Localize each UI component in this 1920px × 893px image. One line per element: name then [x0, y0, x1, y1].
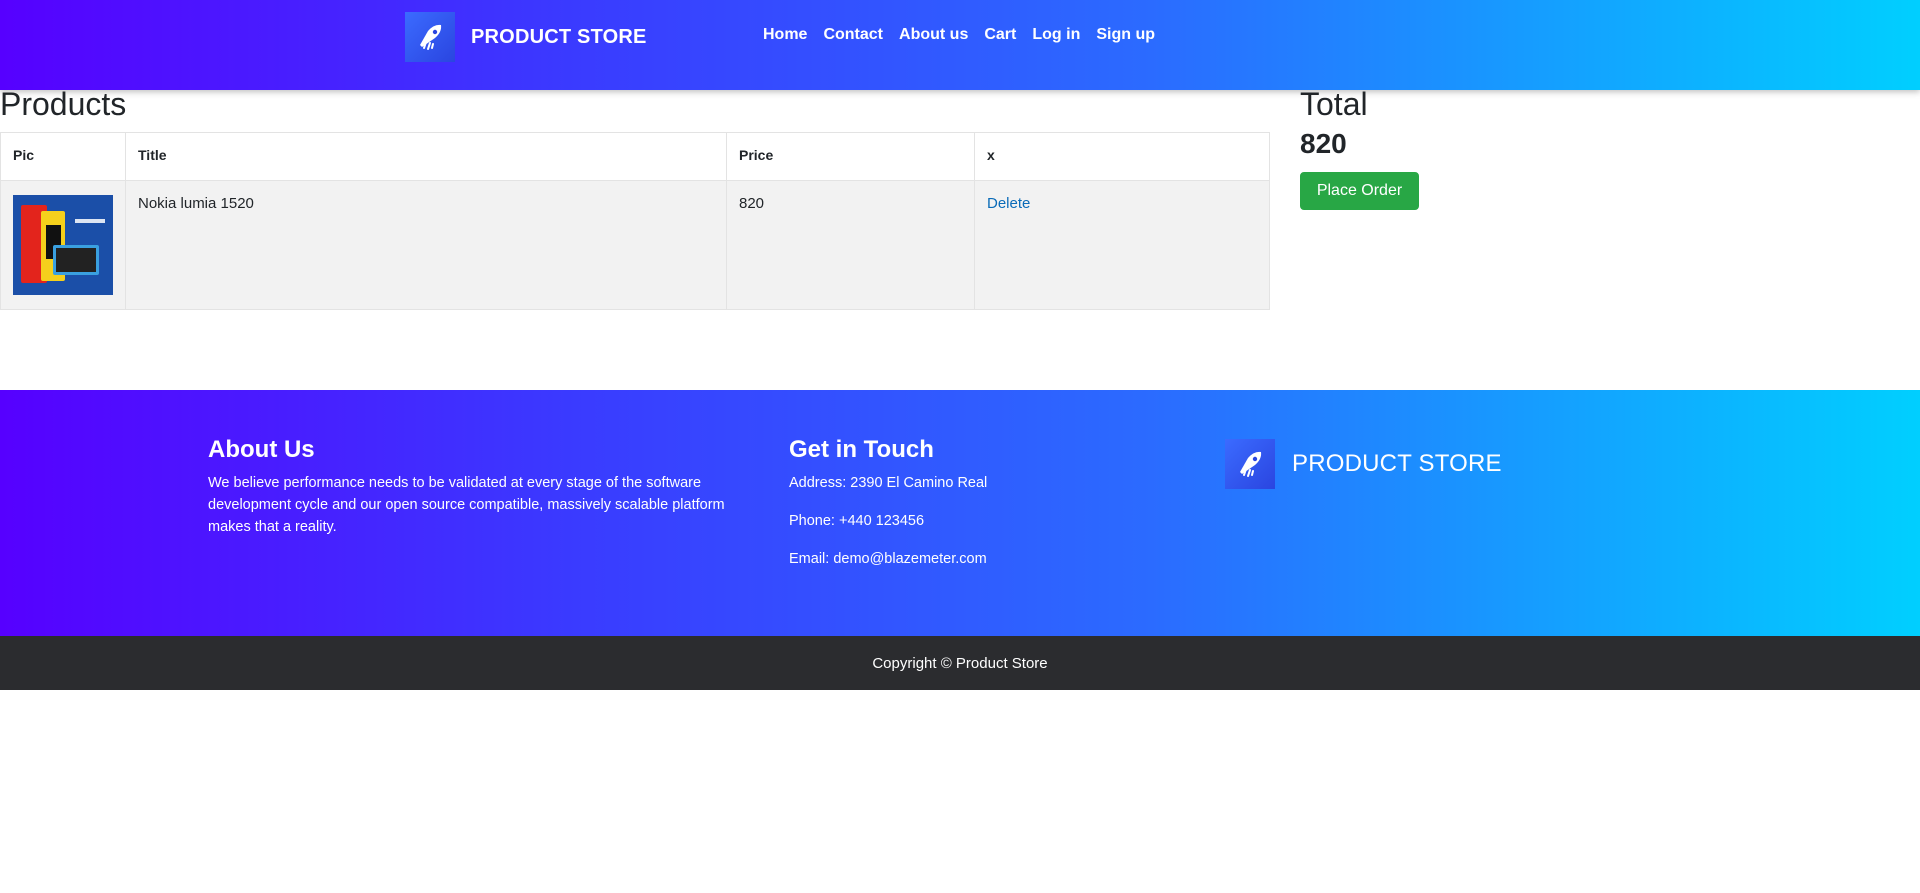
- footer-brand-name: PRODUCT STORE: [1292, 450, 1502, 477]
- delete-link[interactable]: Delete: [987, 195, 1030, 212]
- about-us-heading: About Us: [208, 436, 315, 463]
- table-header-row: Pic Title Price x: [0, 132, 1270, 181]
- footer: About Us We believe performance needs to…: [0, 390, 1920, 636]
- total-heading: Total: [1300, 86, 1368, 122]
- footer-brand: PRODUCT STORE: [1225, 439, 1502, 489]
- navbar: PRODUCT STORE Home Contact About us Cart…: [0, 0, 1920, 90]
- product-action-cell: Delete: [974, 180, 1270, 310]
- column-header-title: Title: [125, 132, 727, 181]
- nav-cart[interactable]: Cart: [984, 26, 1016, 44]
- get-in-touch-heading: Get in Touch: [789, 436, 934, 463]
- address-text: Address: 2390 El Camino Real: [789, 475, 988, 491]
- nav-log-in[interactable]: Log in: [1032, 26, 1080, 44]
- nav-contact[interactable]: Contact: [823, 26, 883, 44]
- copyright-bar: Copyright © Product Store: [0, 636, 1920, 690]
- column-header-x: x: [974, 132, 1270, 181]
- place-order-button[interactable]: Place Order: [1300, 172, 1419, 210]
- table-row: Nokia lumia 1520 820 Delete: [0, 180, 1270, 310]
- product-title: Nokia lumia 1520: [125, 180, 727, 310]
- about-us-text: We believe performance needs to be valid…: [208, 475, 725, 535]
- nav-home[interactable]: Home: [763, 26, 807, 44]
- cart-table: Pic Title Price x Nokia lumia 1520 820 D…: [0, 132, 1270, 310]
- email-text: Email: demo@blazemeter.com: [789, 551, 987, 567]
- main-nav: Home Contact About us Cart Log in Sign u…: [763, 26, 1155, 44]
- get-in-touch-section: Get in Touch Address: 2390 El Camino Rea…: [789, 436, 987, 586]
- about-us-section: About Us We believe performance needs to…: [208, 436, 728, 538]
- product-image: [13, 195, 113, 295]
- brand-link[interactable]: PRODUCT STORE: [405, 12, 647, 62]
- product-price: 820: [726, 180, 975, 310]
- copyright-text: Copyright © Product Store: [872, 654, 1048, 672]
- products-heading: Products: [0, 86, 127, 122]
- product-pic-cell: [0, 180, 126, 310]
- column-header-price: Price: [726, 132, 975, 181]
- phone-text: Phone: +440 123456: [789, 513, 925, 529]
- nav-about-us[interactable]: About us: [899, 26, 968, 44]
- rocket-logo-icon: [405, 12, 455, 62]
- brand-name: PRODUCT STORE: [471, 25, 647, 48]
- column-header-pic: Pic: [0, 132, 126, 181]
- rocket-logo-icon: [1225, 439, 1275, 489]
- total-value: 820: [1300, 128, 1347, 159]
- nav-sign-up[interactable]: Sign up: [1096, 26, 1155, 44]
